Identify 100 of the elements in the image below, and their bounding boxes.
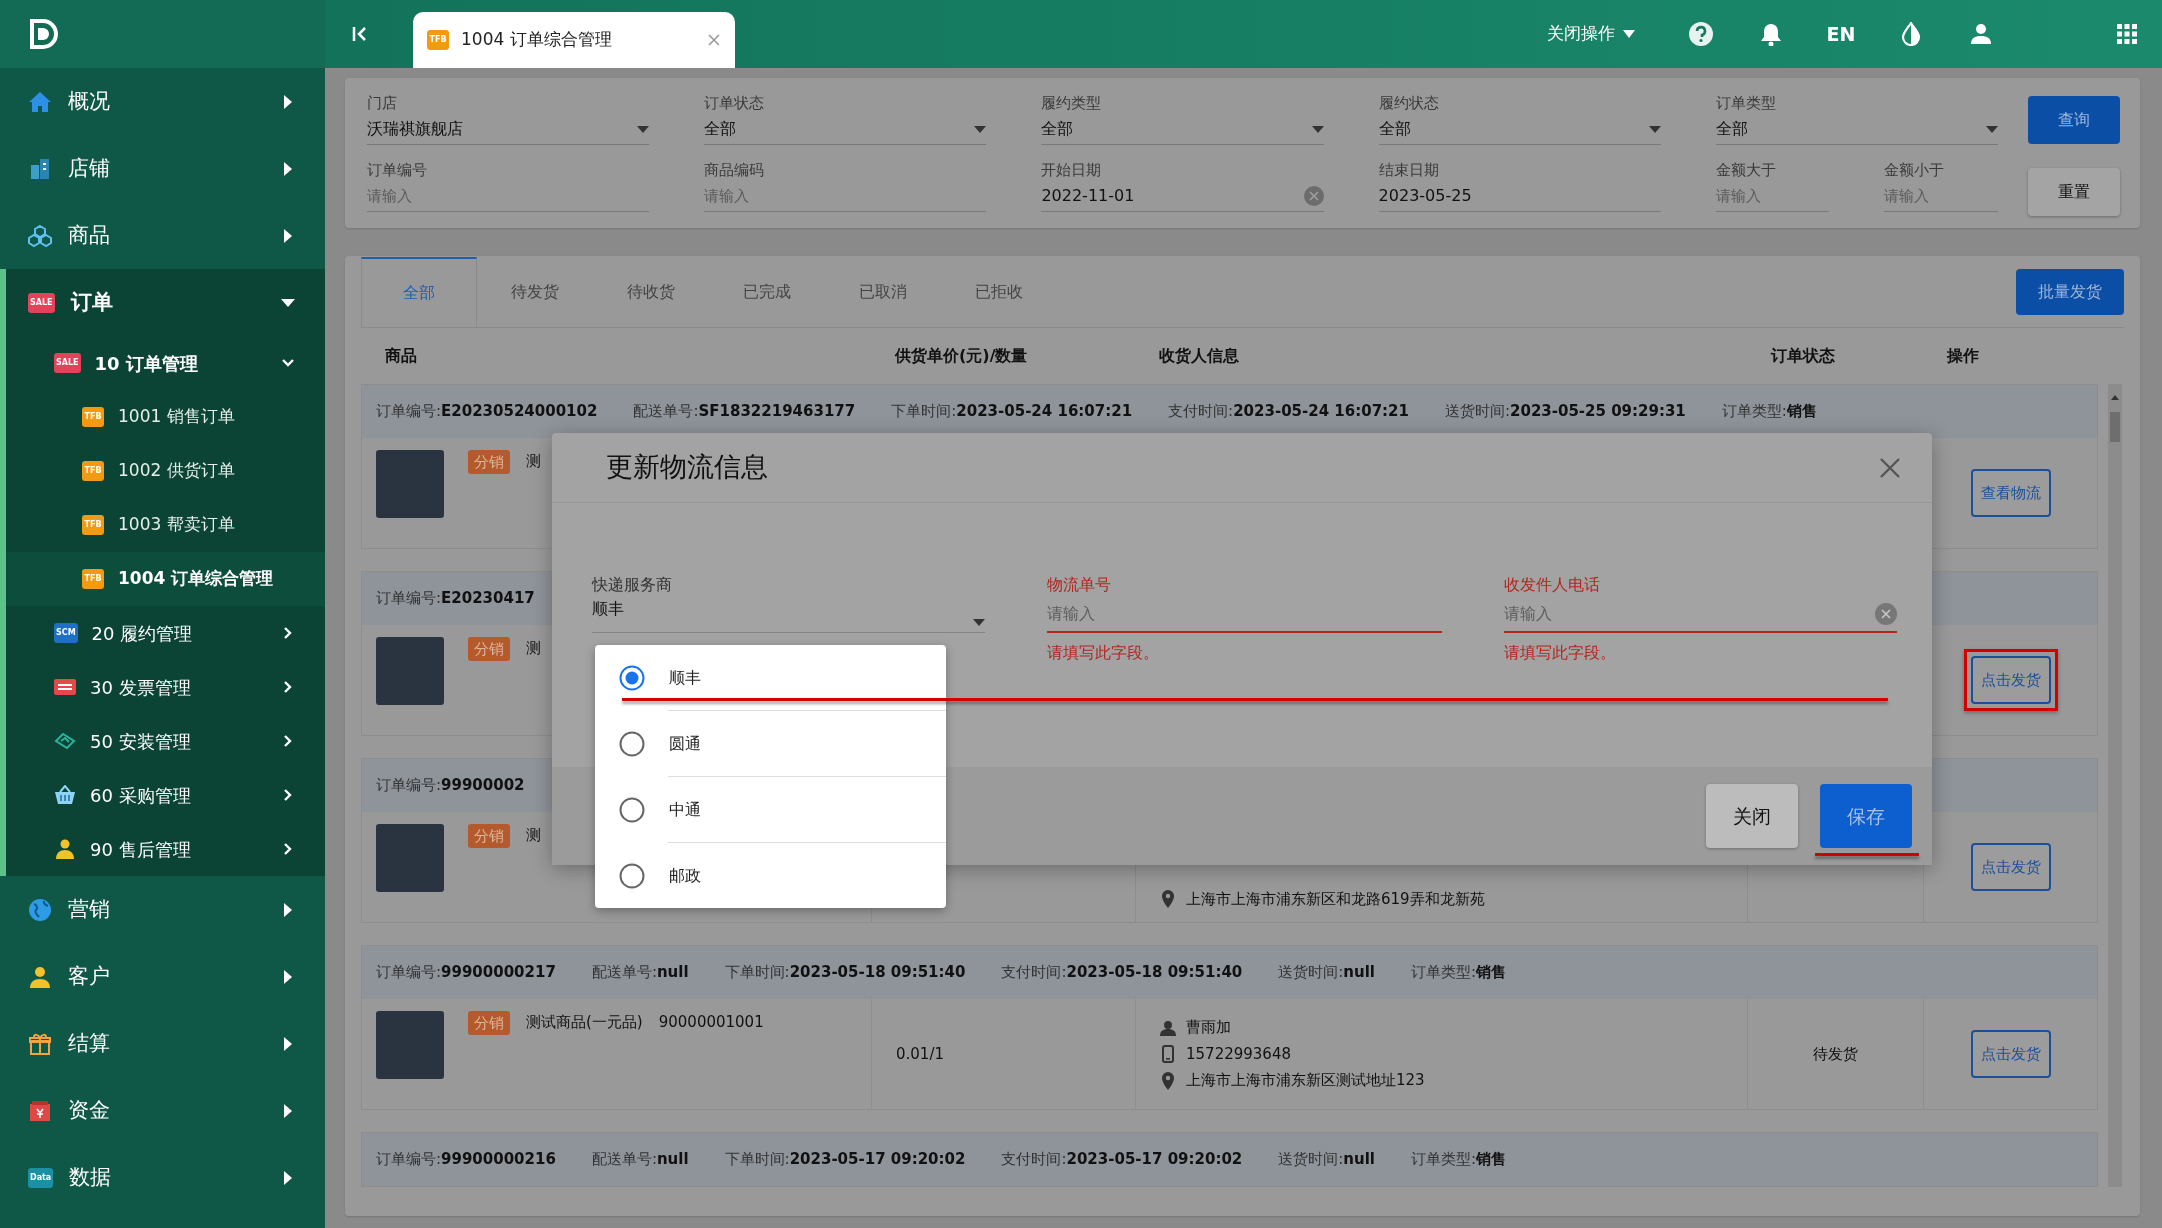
dropdown-option[interactable]: 中通: [595, 777, 946, 842]
field-label: 商品编码: [704, 160, 766, 181]
sidebar-item[interactable]: Data 数据: [0, 1144, 325, 1211]
select-field[interactable]: 全部: [704, 114, 987, 145]
select-field[interactable]: 沃瑞祺旗舰店: [367, 114, 650, 145]
badge-icon: TFB: [82, 461, 104, 481]
search-button[interactable]: 查询: [2028, 96, 2120, 144]
select-field[interactable]: 全部: [1041, 114, 1324, 145]
dropdown-option[interactable]: 圆通: [595, 711, 946, 776]
sidebar-item[interactable]: 90 售后管理: [6, 822, 325, 876]
sidebar-item[interactable]: 概况: [0, 68, 325, 135]
badge-icon: TFB: [82, 515, 104, 535]
select-field[interactable]: 全部: [1715, 114, 1998, 145]
field-label: 订单状态: [704, 93, 766, 114]
column-header: 订单状态: [1769, 345, 1836, 367]
sidebar-item[interactable]: 店铺: [0, 135, 325, 202]
product-name: 测: [526, 451, 541, 472]
sidebar-item[interactable]: 50 安装管理: [6, 714, 325, 768]
building-icon: [28, 156, 52, 181]
column-header: 操作: [1945, 345, 1980, 367]
cash-box-icon: [28, 1098, 52, 1123]
field-label: 收发件人电话: [1504, 574, 1601, 596]
tag-label: 分销: [468, 824, 510, 848]
sidebar-item[interactable]: TFB 1003 帮卖订单: [6, 498, 325, 552]
badge-icon: SALE: [28, 292, 55, 313]
input-field[interactable]: 2023-05-25: [1378, 181, 1661, 212]
tab[interactable]: 待发货: [477, 256, 593, 327]
sidebar-item[interactable]: SALE 10 订单管理: [6, 336, 325, 390]
badge-icon: SCM: [54, 623, 78, 643]
sidebar-item[interactable]: 30 发票管理: [6, 660, 325, 714]
sidebar-item[interactable]: 客户: [0, 943, 325, 1010]
ops-dropdown[interactable]: 关闭操作: [1546, 20, 1636, 48]
order-info: 订单类型:销售: [1411, 962, 1507, 984]
order-info: 配送单号:null: [591, 962, 689, 984]
sidebar-item[interactable]: 资金: [0, 1077, 325, 1144]
person-icon: [1160, 1019, 1176, 1036]
product-code: 90000001001: [658, 1012, 764, 1033]
close-button[interactable]: [1878, 455, 1902, 480]
error-message: 请填写此字段。: [1504, 642, 1617, 664]
sidebar-item[interactable]: TFB 1004 订单综合管理: [6, 552, 325, 606]
field-label: 订单编号: [367, 160, 428, 181]
pin-icon: [1160, 1071, 1176, 1090]
sidebar-item[interactable]: TFB 1002 供货订单: [6, 444, 325, 498]
field-label: 快递服务商: [592, 574, 673, 596]
column-header: 商品: [384, 345, 418, 367]
order-info: 订单类型:销售: [1411, 1149, 1507, 1171]
photo-placeholder: [376, 637, 444, 705]
order-info: 支付时间:2023-05-17 09:20:02: [1001, 1149, 1243, 1171]
order-info: 支付时间:2023-05-18 09:51:40: [1001, 962, 1243, 984]
apps-grid-icon: [2117, 24, 2137, 44]
caret-down-icon: [637, 125, 650, 133]
sidebar-item[interactable]: SCM 20 履约管理: [6, 606, 325, 660]
order-info: 送货时间:null: [1278, 1149, 1375, 1171]
close-button[interactable]: 关闭: [1706, 784, 1798, 848]
sidebar-item[interactable]: TFB 1001 销售订单: [6, 390, 325, 444]
badge-icon: TFB: [427, 30, 449, 50]
tab[interactable]: 已取消: [825, 256, 941, 327]
scrollbar-thumb[interactable]: [2110, 412, 2120, 442]
globe-icon: [28, 897, 52, 922]
tab[interactable]: 已拒收: [941, 256, 1057, 327]
column-header: 供货单价(元)/数量: [893, 345, 1029, 367]
photo-placeholder: [376, 450, 444, 518]
reset-button[interactable]: 重置: [2028, 168, 2120, 216]
badge-icon: Data: [28, 1167, 54, 1188]
sidebar-item[interactable]: 结算: [0, 1010, 325, 1077]
sidebar-item[interactable]: SALE 订单: [6, 269, 325, 336]
receiver-name: 曹雨加: [1186, 1017, 1231, 1039]
cubes-icon: [28, 223, 52, 248]
receipt-icon: [54, 677, 76, 697]
page-tab[interactable]: TFB 1004 订单综合管理: [413, 12, 735, 68]
batch-ship-button[interactable]: 批量发货: [2016, 268, 2124, 315]
gift-icon: [28, 1031, 52, 1056]
dialog-title: 更新物流信息: [606, 450, 769, 485]
close-icon: [707, 33, 721, 47]
pin-icon: [1160, 889, 1176, 908]
order-info: 送货时间:2023-05-25 09:29:31: [1444, 401, 1686, 423]
language-button[interactable]: EN: [1825, 18, 1857, 50]
house-icon: [28, 89, 52, 114]
price-quantity: 0.01/1: [896, 1043, 944, 1065]
tab[interactable]: 待收货: [593, 256, 709, 327]
collapse-icon: [351, 25, 369, 43]
field-label: 物流单号: [1047, 574, 1112, 596]
sidebar-item[interactable]: 商品: [0, 202, 325, 269]
select-field[interactable]: 全部: [1378, 114, 1661, 145]
dropdown-option[interactable]: 顺丰: [595, 645, 946, 710]
help-icon: [1688, 21, 1714, 47]
sidebar-item[interactable]: 营销: [0, 876, 325, 943]
scrollbar[interactable]: [2108, 384, 2122, 1187]
sidebar-item[interactable]: 60 采购管理: [6, 768, 325, 822]
field-label: 金额小于: [1884, 160, 1946, 181]
order-info: 配送单号:null: [591, 1149, 689, 1171]
input-field[interactable]: 2022-11-01: [1041, 181, 1324, 212]
receiver-address: 上海市上海市浦东新区测试地址123: [1186, 1070, 1425, 1092]
order-info: 订单编号:99900000217: [376, 962, 556, 984]
dropdown-option[interactable]: 邮政: [595, 843, 946, 908]
order-info: 订单编号:99900000216: [376, 1149, 556, 1171]
tab[interactable]: 已完成: [709, 256, 825, 327]
receiver-address: 上海市上海市浦东新区和龙路619弄和龙新苑: [1186, 888, 1485, 910]
order-info: 订单类型:销售: [1721, 401, 1817, 423]
person-icon: [28, 964, 52, 989]
